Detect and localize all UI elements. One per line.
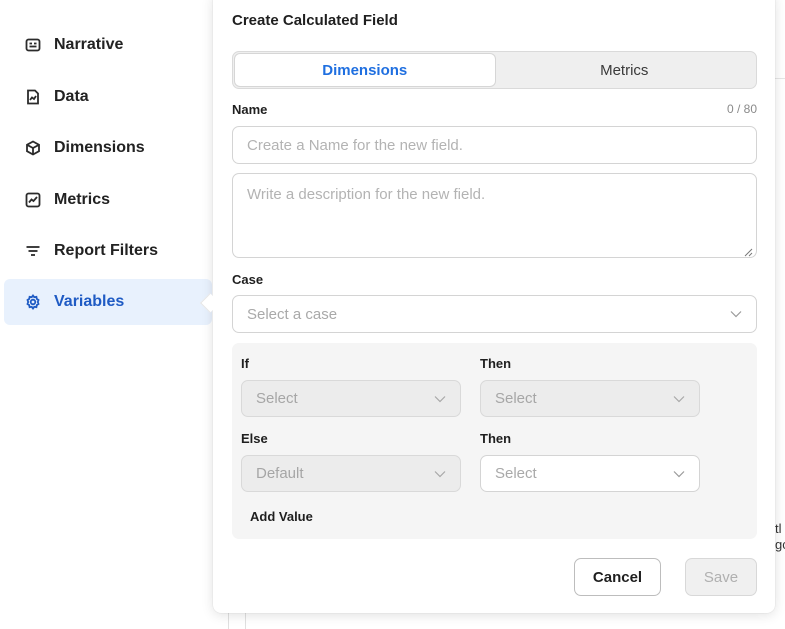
chevron-down-icon	[434, 470, 446, 478]
name-label: Name	[232, 102, 268, 117]
sidebar-item-label: Dimensions	[54, 139, 145, 156]
name-input[interactable]	[232, 126, 757, 164]
chart-icon	[24, 191, 42, 209]
resize-handle-icon[interactable]	[744, 244, 753, 257]
chevron-down-icon	[673, 395, 685, 403]
sidebar-item-label: Metrics	[54, 191, 111, 208]
dialog-title: Create Calculated Field	[232, 12, 398, 29]
cube-icon	[24, 139, 42, 157]
narrative-icon	[24, 36, 42, 54]
if-select-value: Select	[256, 390, 298, 407]
sidebar-item-variables[interactable]: Variables	[4, 279, 212, 325]
name-char-counter: 0 / 80	[726, 102, 757, 116]
sidebar-item-label: Narrative	[54, 36, 124, 53]
sidebar-item-label: Data	[54, 88, 89, 105]
create-calculated-field-dialog: Create Calculated Field Dimensions Metri…	[213, 0, 775, 613]
field-type-toggle: Dimensions Metrics	[232, 51, 757, 89]
chevron-down-icon	[434, 395, 446, 403]
add-value-button[interactable]: Add Value	[250, 509, 313, 524]
chevron-down-icon	[730, 310, 742, 318]
sidebar-item-report-filters[interactable]: Report Filters	[4, 228, 212, 274]
then-select[interactable]: Select	[480, 380, 700, 417]
else-select[interactable]: Default	[241, 455, 461, 492]
sidebar-item-data[interactable]: Data	[4, 74, 212, 120]
cancel-button[interactable]: Cancel	[574, 558, 661, 596]
filter-icon	[24, 242, 42, 260]
sidebar-item-label: Variables	[54, 293, 125, 310]
case-select[interactable]: Select a case	[232, 295, 757, 333]
sidebar-item-label: Report Filters	[54, 242, 159, 259]
save-button[interactable]: Save	[685, 558, 757, 596]
gear-icon	[24, 293, 42, 311]
tab-metrics[interactable]: Metrics	[495, 54, 755, 86]
background-text: tl	[775, 521, 782, 536]
background-divider	[245, 612, 246, 629]
if-select[interactable]: Select	[241, 380, 461, 417]
description-textarea[interactable]	[232, 173, 757, 258]
case-label: Case	[232, 272, 264, 287]
chevron-down-icon	[673, 470, 685, 478]
then-label: Then	[480, 356, 512, 371]
else-select-value: Default	[256, 465, 304, 482]
sidebar: Narrative Data Dimensions Metrics Report…	[0, 0, 213, 629]
case-select-value: Select a case	[247, 305, 338, 323]
else-then-select-value: Select	[495, 465, 537, 482]
sidebar-item-narrative[interactable]: Narrative	[4, 22, 212, 68]
then-label: Then	[480, 431, 512, 446]
if-label: If	[241, 356, 249, 371]
else-then-select[interactable]: Select	[480, 455, 700, 492]
sidebar-item-dimensions[interactable]: Dimensions	[4, 125, 212, 171]
tab-dimensions[interactable]: Dimensions	[235, 54, 495, 86]
sidebar-item-metrics[interactable]: Metrics	[4, 177, 212, 223]
background-divider	[228, 612, 229, 629]
background-text: gc	[775, 537, 785, 552]
else-label: Else	[241, 431, 268, 446]
then-select-value: Select	[495, 390, 537, 407]
data-icon	[24, 88, 42, 106]
